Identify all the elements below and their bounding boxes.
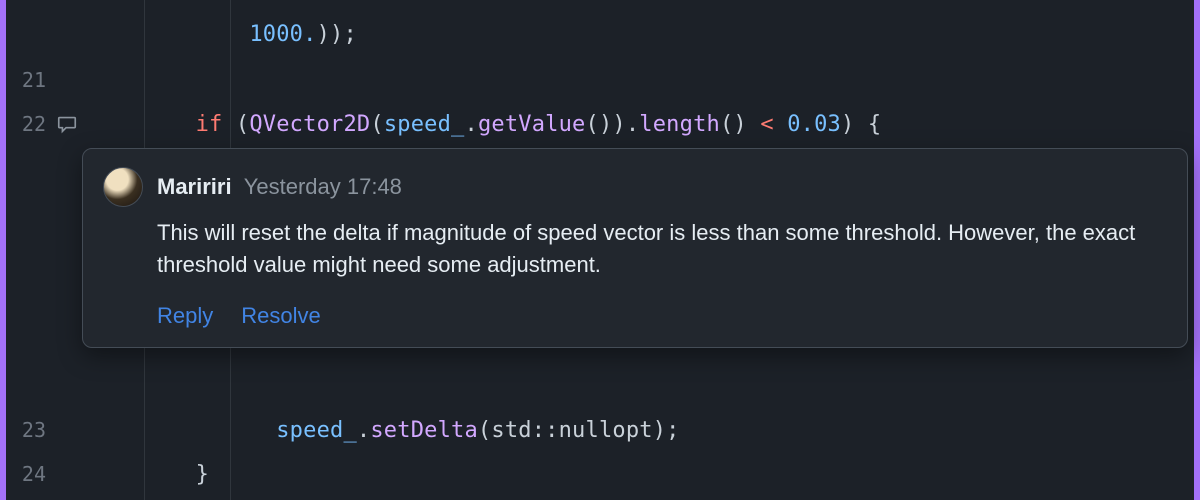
avatar[interactable] [103,167,143,207]
line-number-23[interactable]: 23 [6,408,80,452]
comment-timestamp: Yesterday 17:48 [244,174,402,199]
resolve-button[interactable]: Resolve [241,303,320,329]
comment-actions: Reply Resolve [157,303,1167,329]
editor-root: 21 22 23 24 1000.)); if (QVector2D(sp [0,0,1200,500]
comment-header: Maririri Yesterday 17:48 [103,167,1167,207]
comment-body: This will reset the delta if magnitude o… [157,217,1167,281]
code-line[interactable]: 1000.)); [80,12,1194,56]
line-number-24[interactable]: 24 [6,452,80,496]
code-line[interactable]: } [80,452,1194,496]
code-line[interactable] [80,58,1194,102]
review-comment: Maririri Yesterday 17:48 This will reset… [82,148,1188,348]
reply-button[interactable]: Reply [157,303,213,329]
code-line[interactable]: speed_.setDelta(std::nullopt); [80,408,1194,452]
comment-author[interactable]: Maririri [157,174,232,199]
line-number-21[interactable]: 21 [6,58,80,102]
code-line[interactable]: if (QVector2D(speed_.getValue()).length(… [80,102,1194,146]
line-number-gutter: 21 22 23 24 [6,0,80,500]
diff-marker-right [1194,0,1200,500]
comment-icon[interactable] [56,113,78,135]
line-number-22[interactable]: 22 [6,102,80,146]
